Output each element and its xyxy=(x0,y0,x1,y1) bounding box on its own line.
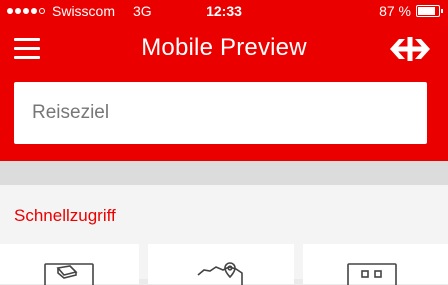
status-right: 87 % xyxy=(379,3,443,19)
sbb-logo-icon[interactable] xyxy=(390,36,430,62)
timetable-icon xyxy=(347,263,397,285)
battery-level-fill xyxy=(418,7,436,15)
app-header: Swisscom 3G 12:33 87 % Mobile Preview xyxy=(0,0,448,161)
ticket-icon xyxy=(44,263,94,285)
status-bar: Swisscom 3G 12:33 87 % xyxy=(0,0,448,22)
quick-access-tile-ticket[interactable] xyxy=(0,244,139,285)
map-location-icon xyxy=(197,262,243,285)
navigation-bar: Mobile Preview xyxy=(0,28,448,72)
destination-search-input[interactable] xyxy=(14,82,427,144)
page-title: Mobile Preview xyxy=(141,34,307,61)
section-title: Schnellzugriff xyxy=(14,206,116,225)
quick-access-tile-timetable[interactable] xyxy=(303,244,448,285)
section-divider xyxy=(0,161,448,185)
battery-percentage: 87 % xyxy=(379,3,411,19)
battery-icon xyxy=(416,5,443,17)
quick-access-tile-map[interactable] xyxy=(148,244,294,285)
